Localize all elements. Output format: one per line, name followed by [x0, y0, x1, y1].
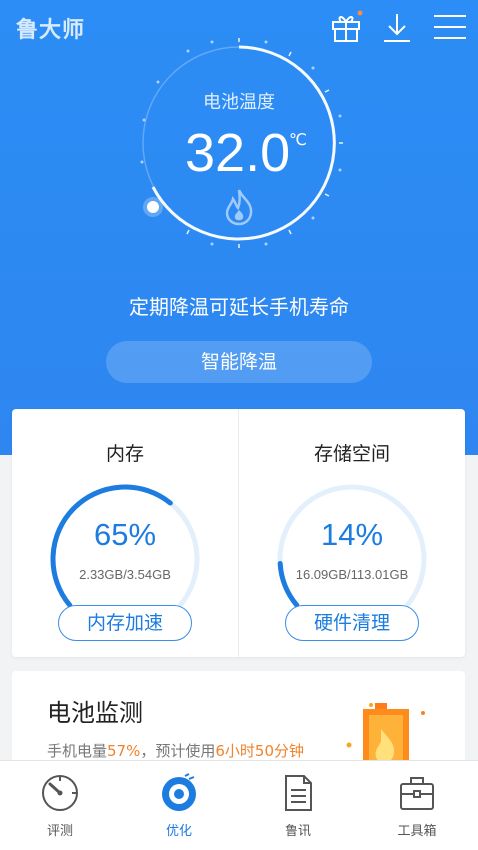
- battery-temperature-panel: 鲁大师 电池温度 32.0 ℃ 定期降温可延长手机寿命 智能降温: [0, 0, 478, 455]
- tab-evaluate[interactable]: 评测: [0, 761, 120, 850]
- memory-percent: 65%: [93, 517, 157, 552]
- smart-cooling-button[interactable]: 智能降温: [106, 341, 372, 383]
- toolbox-icon: [400, 777, 434, 810]
- temperature-unit: ℃: [289, 130, 307, 149]
- battery-charge: 57%: [107, 742, 141, 760]
- tab-news-label: 鲁讯: [284, 824, 311, 839]
- storage-usage: 16.09GB/113.01GB: [295, 567, 409, 582]
- document-icon: [285, 775, 312, 811]
- bottom-tab-bar: 评测 优化 鲁讯 工具箱: [0, 760, 478, 850]
- battery-info-mid: ，预计使用: [140, 742, 216, 760]
- speedometer-icon: [42, 775, 78, 811]
- temperature-value: 32.0: [185, 123, 291, 183]
- tab-evaluate-label: 评测: [46, 824, 73, 839]
- battery-info: 手机电量57%，预计使用6小时50分钟: [47, 740, 304, 761]
- tab-optimize-label: 优化: [165, 824, 192, 839]
- optimize-icon: [162, 773, 196, 811]
- battery-monitor-card[interactable]: 电池监测 手机电量57%，预计使用6小时50分钟: [12, 671, 465, 771]
- menu-icon[interactable]: [432, 10, 466, 44]
- flame-icon: [225, 189, 253, 226]
- battery-remaining-time: 6小时50分钟: [215, 742, 305, 760]
- battery-info-prefix: 手机电量: [47, 742, 108, 760]
- download-icon[interactable]: [380, 10, 414, 44]
- battery-temperature-label: 电池温度: [203, 92, 275, 113]
- storage-title: 存储空间: [313, 443, 390, 465]
- tab-toolbox[interactable]: 工具箱: [357, 761, 477, 850]
- battery-monitor-title: 电池监测: [47, 699, 143, 727]
- storage-panel: 存储空间 14% 16.09GB/113.01GB 硬件清理: [239, 409, 465, 657]
- tab-toolbox-label: 工具箱: [397, 824, 437, 839]
- app-logo: 鲁大师: [16, 18, 86, 43]
- memory-panel: 内存 65% 2.33GB/3.54GB 内存加速: [12, 409, 238, 657]
- storage-percent: 14%: [320, 517, 384, 552]
- memory-storage-card: 内存 65% 2.33GB/3.54GB 内存加速 存储空间 14% 16.09…: [12, 409, 465, 657]
- memory-title: 内存: [105, 443, 144, 465]
- hardware-clean-button[interactable]: 硬件清理: [285, 605, 419, 641]
- tab-optimize[interactable]: 优化: [119, 761, 239, 850]
- cooling-tip: 定期降温可延长手机寿命: [129, 295, 349, 319]
- tab-news[interactable]: 鲁讯: [238, 761, 358, 850]
- memory-usage: 2.33GB/3.54GB: [79, 567, 171, 582]
- memory-boost-button[interactable]: 内存加速: [58, 605, 192, 641]
